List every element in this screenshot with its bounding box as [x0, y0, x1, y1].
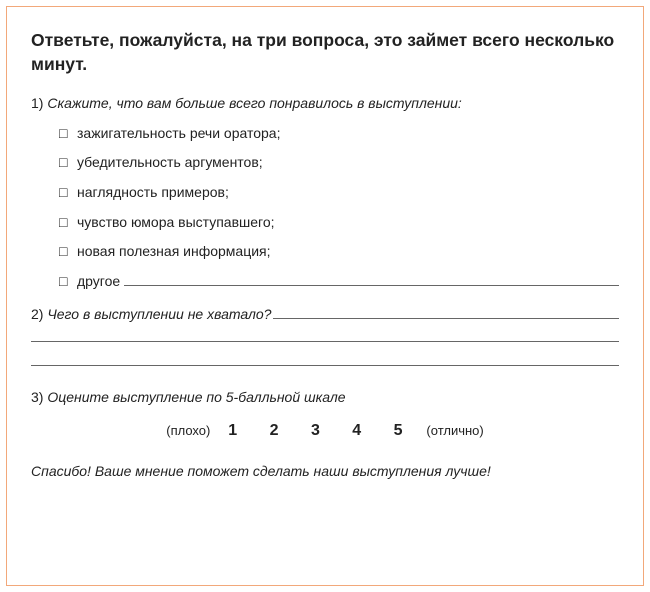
- q1-number: 1): [31, 95, 43, 111]
- question-3: 3) Оцените выступление по 5-балльной шка…: [31, 388, 619, 440]
- q1-option-label: зажигательность речи оратора;: [77, 124, 281, 144]
- q3-heading: 3) Оцените выступление по 5-балльной шка…: [31, 388, 619, 408]
- q2-number: 2): [31, 306, 43, 322]
- checkbox-icon[interactable]: □: [59, 183, 77, 203]
- rating-low-label: (плохо): [166, 423, 210, 438]
- checkbox-icon[interactable]: □: [59, 153, 77, 173]
- checkbox-icon[interactable]: □: [59, 272, 77, 292]
- q1-option-label: наглядность примеров;: [77, 183, 229, 203]
- q1-option[interactable]: □ зажигательность речи оратора;: [59, 124, 619, 144]
- checkbox-icon[interactable]: □: [59, 124, 77, 144]
- q3-text: Оцените выступление по 5-балльной шкале: [47, 389, 345, 405]
- survey-title: Ответьте, пожалуйста, на три вопроса, эт…: [31, 29, 619, 76]
- thank-you-text: Спасибо! Ваше мнение поможет сделать наш…: [31, 462, 619, 482]
- q2-text: Чего в выступлении не хватало?: [47, 306, 271, 322]
- q1-option-label: чувство юмора выступавшего;: [77, 213, 275, 233]
- q2-heading-row: 2) Чего в выступлении не хватало?: [31, 305, 619, 322]
- q1-option[interactable]: □ убедительность аргументов;: [59, 153, 619, 173]
- q1-option-other[interactable]: □ другое: [59, 272, 619, 292]
- q1-option[interactable]: □ новая полезная информация;: [59, 242, 619, 262]
- q1-option[interactable]: □ чувство юмора выступавшего;: [59, 213, 619, 233]
- q1-other-label: другое: [77, 272, 120, 292]
- rating-numbers[interactable]: 1 2 3 4 5: [228, 422, 416, 440]
- rating-scale[interactable]: (плохо) 1 2 3 4 5 (отлично): [31, 422, 619, 440]
- checkbox-icon[interactable]: □: [59, 242, 77, 262]
- survey-card: Ответьте, пожалуйста, на три вопроса, эт…: [6, 6, 644, 586]
- checkbox-icon[interactable]: □: [59, 213, 77, 233]
- q2-blank-lines[interactable]: [31, 324, 619, 366]
- q1-option-label: новая полезная информация;: [77, 242, 271, 262]
- blank-line[interactable]: [31, 324, 619, 342]
- q3-number: 3): [31, 389, 43, 405]
- q1-other-input-line[interactable]: [124, 272, 619, 286]
- q1-option-label: убедительность аргументов;: [77, 153, 263, 173]
- q1-heading: 1) Скажите, что вам больше всего понрави…: [31, 94, 619, 114]
- question-2: 2) Чего в выступлении не хватало?: [31, 305, 619, 366]
- q1-options: □ зажигательность речи оратора; □ убедит…: [31, 124, 619, 292]
- q1-option[interactable]: □ наглядность примеров;: [59, 183, 619, 203]
- q2-input-line[interactable]: [273, 305, 619, 319]
- blank-line[interactable]: [31, 348, 619, 366]
- question-1: 1) Скажите, что вам больше всего понрави…: [31, 94, 619, 291]
- q1-text: Скажите, что вам больше всего понравилос…: [47, 95, 461, 111]
- rating-high-label: (отлично): [426, 423, 483, 438]
